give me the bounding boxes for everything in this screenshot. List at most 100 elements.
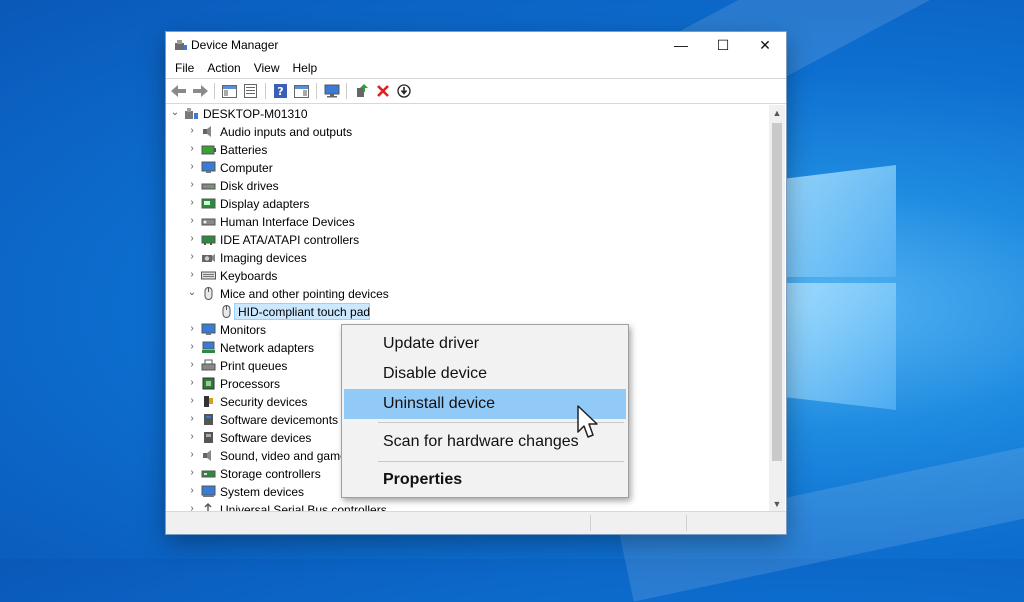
chevron-right-icon[interactable]: › bbox=[186, 323, 198, 335]
uninstall-icon[interactable] bbox=[373, 82, 392, 100]
tree-root-label: DESKTOP-M01310 bbox=[203, 107, 308, 121]
processor-icon bbox=[202, 377, 215, 390]
chevron-right-icon[interactable]: › bbox=[186, 395, 198, 407]
menu-bar: File Action View Help bbox=[166, 58, 786, 78]
tree-item-imaging-devices[interactable]: › Imaging devices bbox=[166, 249, 769, 267]
back-icon[interactable] bbox=[169, 82, 188, 100]
tree-item-label: Mice and other pointing devices bbox=[220, 287, 389, 301]
chevron-right-icon[interactable]: › bbox=[186, 413, 198, 425]
scroll-thumb[interactable] bbox=[772, 123, 782, 461]
maximize-button[interactable]: ☐ bbox=[702, 32, 744, 58]
update-driver-icon[interactable] bbox=[352, 82, 371, 100]
tree-item-label: Processors bbox=[220, 377, 281, 391]
help-icon[interactable]: ? bbox=[271, 82, 290, 100]
menu-view[interactable]: View bbox=[249, 61, 285, 75]
scroll-down-icon[interactable]: ▼ bbox=[769, 496, 785, 512]
show-hide-console-tree-icon[interactable] bbox=[220, 82, 239, 100]
context-update-driver[interactable]: Update driver bbox=[344, 329, 626, 359]
tree-item-label: Print queues bbox=[220, 359, 288, 373]
tree-item-label: HID-compliant touch pad bbox=[238, 305, 371, 319]
tree-item-audio-inputs-and-outputs[interactable]: › Audio inputs and outputs bbox=[166, 123, 769, 141]
chevron-right-icon[interactable]: › bbox=[186, 251, 198, 263]
mouse-icon bbox=[204, 287, 213, 300]
chevron-right-icon[interactable]: › bbox=[186, 125, 198, 137]
display-adapter-icon bbox=[201, 198, 216, 209]
tree-item-label: Software devices bbox=[220, 431, 312, 445]
chevron-right-icon[interactable]: › bbox=[186, 233, 198, 245]
scan-hardware-icon[interactable] bbox=[322, 82, 341, 100]
tree-item-label: Keyboards bbox=[220, 269, 278, 283]
tree-item-batteries[interactable]: › Batteries bbox=[166, 141, 769, 159]
ide-controller-icon bbox=[201, 235, 216, 245]
chevron-right-icon[interactable]: › bbox=[186, 449, 198, 461]
menu-file[interactable]: File bbox=[170, 61, 199, 75]
computer-icon bbox=[185, 108, 198, 119]
minimize-button[interactable]: — bbox=[660, 32, 702, 58]
battery-icon bbox=[201, 145, 216, 155]
chevron-right-icon[interactable]: › bbox=[186, 269, 198, 281]
chevron-right-icon[interactable]: › bbox=[186, 359, 198, 371]
chevron-right-icon[interactable]: › bbox=[186, 503, 198, 511]
context-properties[interactable]: Properties bbox=[344, 465, 626, 495]
usb-icon bbox=[204, 503, 212, 511]
tree-item-label: Software devicemonts bbox=[220, 413, 339, 427]
context-disable-device[interactable]: Disable device bbox=[344, 359, 626, 389]
window-title: Device Manager bbox=[191, 38, 279, 52]
action-pane-icon[interactable] bbox=[292, 82, 311, 100]
toolbar-separator bbox=[265, 83, 266, 99]
tree-item-mice-and-other-pointing-devices[interactable]: ⌄ Mice and other pointing devices bbox=[166, 285, 769, 303]
storage-controller-icon bbox=[201, 470, 216, 478]
disable-device-icon[interactable] bbox=[394, 82, 413, 100]
toolbar-separator bbox=[316, 83, 317, 99]
tree-item-label: Display adapters bbox=[220, 197, 310, 211]
vertical-scrollbar[interactable]: ▲ ▼ bbox=[769, 105, 785, 512]
keyboard-icon bbox=[201, 271, 216, 280]
chevron-right-icon[interactable]: › bbox=[186, 341, 198, 353]
chevron-right-icon[interactable]: › bbox=[186, 179, 198, 191]
menu-help[interactable]: Help bbox=[288, 61, 323, 75]
chevron-down-icon[interactable]: ⌄ bbox=[169, 107, 181, 119]
windows-logo-icon bbox=[786, 165, 896, 410]
chevron-right-icon[interactable]: › bbox=[186, 143, 198, 155]
chevron-right-icon[interactable]: › bbox=[186, 431, 198, 443]
tree-item-human-interface-devices[interactable]: › Human Interface Devices bbox=[166, 213, 769, 231]
camera-icon bbox=[202, 254, 215, 262]
disk-drive-icon bbox=[201, 183, 216, 190]
tree-item-label: Human Interface Devices bbox=[220, 215, 355, 229]
tree-item-keyboards[interactable]: › Keyboards bbox=[166, 267, 769, 285]
chevron-right-icon[interactable]: › bbox=[186, 485, 198, 497]
tree-item-computer[interactable]: › Computer bbox=[166, 159, 769, 177]
device-manager-icon bbox=[175, 40, 187, 50]
tree-item-label: Disk drives bbox=[220, 179, 279, 193]
tree-item-disk-drives[interactable]: › Disk drives bbox=[166, 177, 769, 195]
tree-item-ide-ata-atapi-controllers[interactable]: › IDE ATA/ATAPI controllers bbox=[166, 231, 769, 249]
software-component-icon bbox=[204, 414, 213, 425]
tree-item-label: Universal Serial Bus controllers bbox=[220, 503, 387, 511]
chevron-right-icon[interactable]: › bbox=[186, 215, 198, 227]
tree-item-label: Batteries bbox=[220, 143, 268, 157]
tree-item-universal-serial-bus-controllers[interactable]: › Universal Serial Bus controllers bbox=[166, 501, 769, 511]
chevron-right-icon[interactable]: › bbox=[186, 161, 198, 173]
security-device-icon bbox=[204, 396, 213, 407]
toolbar-separator bbox=[346, 83, 347, 99]
tree-item-display-adapters[interactable]: › Display adapters bbox=[166, 195, 769, 213]
toolbar: ? bbox=[166, 78, 786, 104]
close-button[interactable]: ✕ bbox=[744, 32, 786, 58]
hid-icon bbox=[201, 218, 216, 226]
chevron-right-icon[interactable]: › bbox=[186, 377, 198, 389]
tree-root[interactable]: ⌄ DESKTOP-M01310 bbox=[166, 105, 769, 123]
tree-item-label: Computer bbox=[220, 161, 273, 175]
tree-item-hid-compliant-touch-pad[interactable]: HID-compliant touch pad bbox=[166, 303, 769, 321]
chevron-right-icon[interactable]: › bbox=[186, 467, 198, 479]
system-device-icon bbox=[201, 485, 216, 497]
chevron-right-icon[interactable]: › bbox=[186, 197, 198, 209]
menu-action[interactable]: Action bbox=[202, 61, 245, 75]
scroll-up-icon[interactable]: ▲ bbox=[769, 105, 785, 121]
tree-item-label: Security devices bbox=[220, 395, 308, 409]
forward-icon[interactable] bbox=[190, 82, 209, 100]
svg-text:?: ? bbox=[277, 85, 283, 98]
context-separator bbox=[378, 461, 624, 462]
properties-sheet-icon[interactable] bbox=[241, 82, 260, 100]
chevron-down-icon[interactable]: ⌄ bbox=[186, 287, 198, 299]
tree-item-label: System devices bbox=[220, 485, 305, 499]
